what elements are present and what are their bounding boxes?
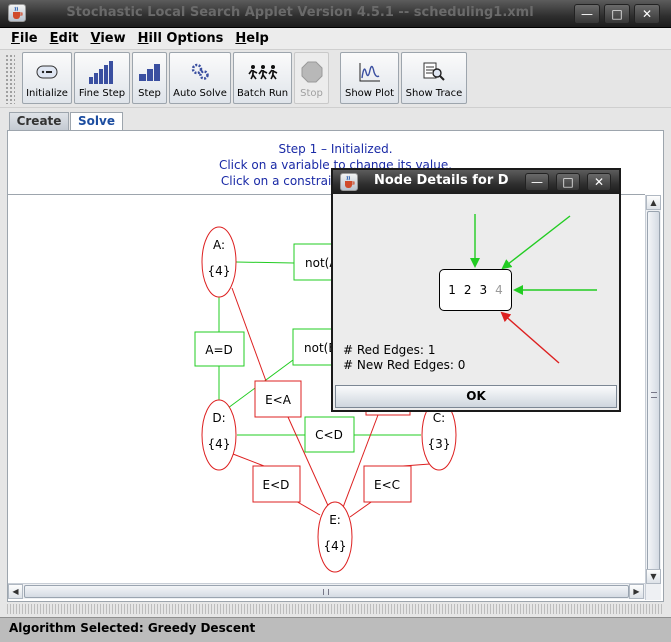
scroll-right-arrow-icon[interactable]: ▶ [629,584,644,599]
vertical-scroll-thumb[interactable] [647,211,660,581]
menu-bar: File Edit View Hill Options Help [0,28,671,50]
fine-step-button[interactable]: Fine Step [74,52,130,104]
domain-value-2[interactable]: 2 [464,283,472,297]
fine-step-label: Fine Step [78,88,126,99]
batch-run-button[interactable]: Batch Run [233,52,292,104]
dialog-minimize-button[interactable]: — [525,173,549,191]
menu-hill-options[interactable]: Hill Options [132,28,230,50]
edge-eltc-e [349,499,375,518]
constraint-c-lt-d-label: C<D [315,428,343,442]
scroll-left-arrow-icon[interactable]: ◀ [8,584,23,599]
step-icon [138,58,162,86]
tab-solve[interactable]: Solve [70,112,123,131]
variable-a-name: A: [213,238,225,252]
tab-create[interactable]: Create [9,112,69,130]
dialog-maximize-button[interactable]: □ [556,173,580,191]
status-value: Greedy Descent [147,621,256,635]
horizontal-scrollbar[interactable]: ◀ ▶ [8,583,645,599]
show-plot-label: Show Plot [344,88,394,99]
edge-d-eltd [232,453,265,467]
variable-e-name: E: [329,513,341,527]
initialize-label: Initialize [26,88,68,99]
fine-step-icon [88,58,116,86]
status-bar: Algorithm Selected: Greedy Descent [0,617,671,642]
stop-icon [301,58,323,86]
batch-run-label: Batch Run [236,88,289,99]
batch-run-icon [247,58,278,86]
show-trace-button[interactable]: Show Trace [401,52,467,104]
maximize-icon: □ [562,175,574,189]
maximize-icon: □ [611,7,623,21]
status-label: Algorithm Selected: [9,621,144,635]
window-title: Stochastic Local Search Applet Version 4… [66,5,534,20]
red-edges-row: # Red Edges: 1 [343,343,435,357]
initialize-button[interactable]: Initialize [22,52,72,104]
status-separator [7,604,664,614]
variable-d-name: D: [212,411,225,425]
step-label: Step [138,88,161,99]
constraint-e-lt-c-label: E<C [374,478,400,492]
dialog-java-cup-icon [340,173,358,191]
close-icon: ✕ [593,175,605,189]
domain-value-3[interactable]: 3 [480,283,488,297]
minimize-icon: — [531,175,543,189]
magnifier-document-icon [422,58,446,86]
dialog-ok-button[interactable]: OK [335,385,617,408]
status-message-line-1: Step 1 – Initialized. [278,142,393,156]
show-trace-label: Show Trace [405,88,463,99]
dialog-close-button[interactable]: ✕ [587,173,611,191]
variable-c-name: C: [433,411,445,425]
domain-value-1[interactable]: 1 [448,283,456,297]
edge-a-nota [235,261,295,264]
minimize-button[interactable]: — [574,4,600,24]
step-button[interactable]: Step [132,52,167,104]
horizontal-scroll-thumb[interactable] [24,585,629,598]
close-button[interactable]: ✕ [634,4,660,24]
green-arrow-upper-right [501,215,571,270]
vertical-scrollbar[interactable]: ▲ ▼ [645,195,661,600]
selected-variable-node-d[interactable]: 1 2 3 4 [439,269,512,311]
red-edges-value: 1 [427,343,436,357]
toolbar-grip[interactable] [5,54,15,104]
stop-label: Stop [300,88,323,99]
close-icon: ✕ [641,7,653,21]
maximize-button[interactable]: □ [604,4,630,24]
variable-e-domain: {4} [324,539,347,553]
auto-solve-button[interactable]: Auto Solve [169,52,231,104]
dialog-title: Node Details for D [374,173,509,188]
red-edges-label: # Red Edges: [343,343,424,357]
plot-icon [358,58,382,86]
minimize-icon: — [581,7,593,21]
menu-view[interactable]: View [85,28,132,50]
red-arrow-lower-right [500,311,560,364]
new-red-edges-row: # New Red Edges: 0 [343,358,465,372]
show-plot-button[interactable]: Show Plot [340,52,399,104]
new-red-edges-label: # New Red Edges: [343,358,454,372]
initialize-icon [35,58,59,86]
variable-d-domain: {4} [208,437,231,451]
stop-button[interactable]: Stop [294,52,329,104]
constraint-a-eq-d-label: A=D [205,343,233,357]
java-cup-icon [8,4,26,22]
menu-edit[interactable]: Edit [44,28,85,50]
scroll-down-arrow-icon[interactable]: ▼ [646,569,661,584]
scroll-up-arrow-icon[interactable]: ▲ [646,195,661,210]
menu-file[interactable]: File [5,28,44,50]
variable-a-domain: {4} [208,264,231,278]
gears-icon [189,58,211,86]
constraint-e-lt-d-label: E<D [263,478,290,492]
menu-help[interactable]: Help [229,28,274,50]
auto-solve-label: Auto Solve [173,88,227,99]
domain-value-4-current[interactable]: 4 [495,283,503,297]
variable-c-domain: {3} [428,437,451,451]
constraint-e-lt-a-label: E<A [265,393,292,407]
new-red-edges-value: 0 [457,358,466,372]
